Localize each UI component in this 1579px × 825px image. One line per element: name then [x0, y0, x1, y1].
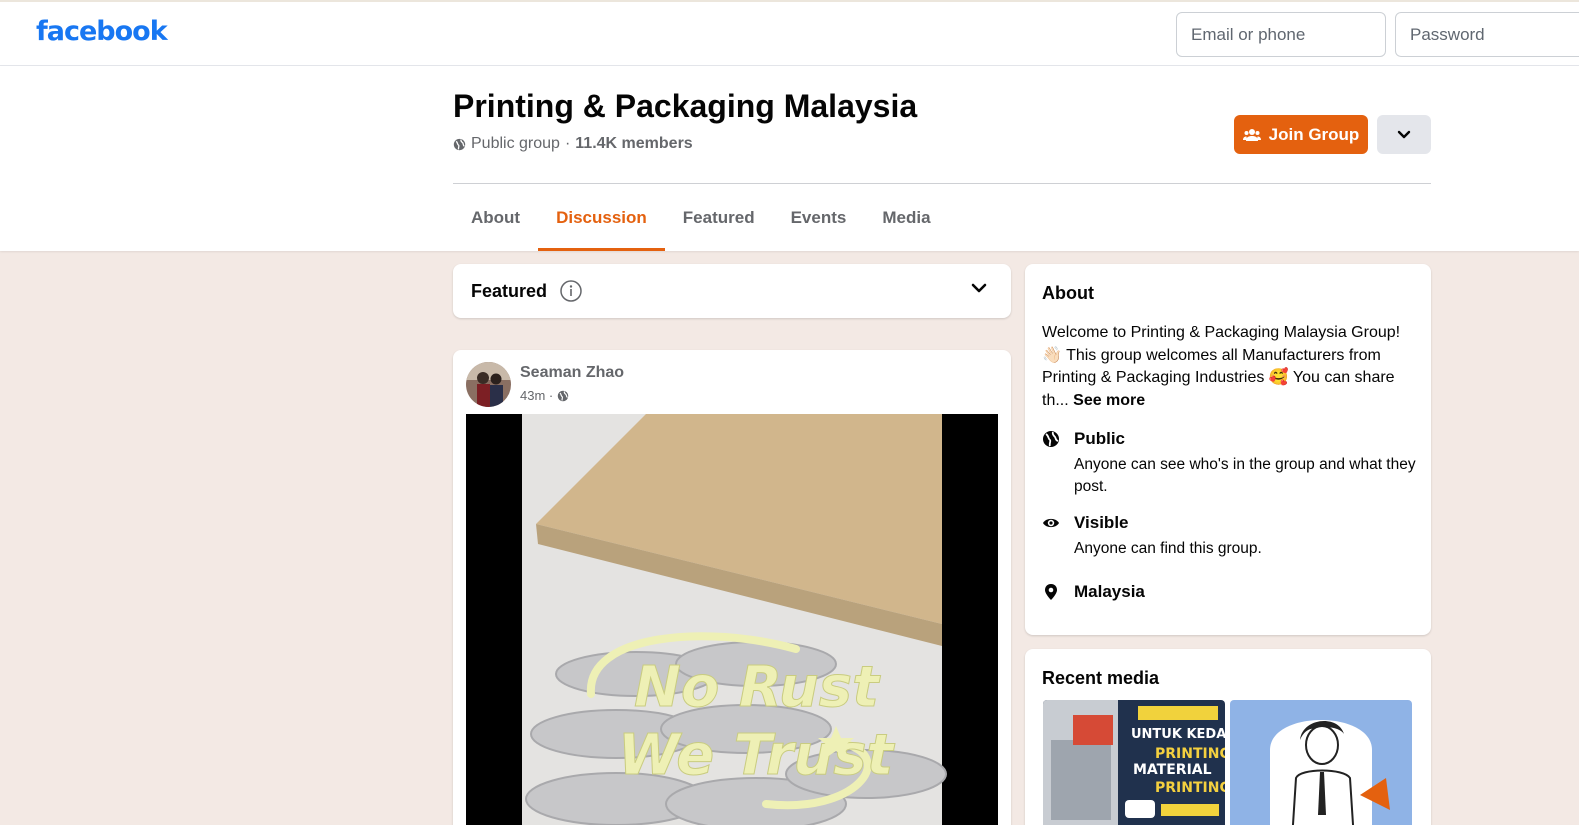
- tab-media[interactable]: Media: [864, 184, 948, 251]
- about-card: About Welcome to Printing & Packaging Ma…: [1025, 264, 1431, 635]
- thumb-text-1: UNTUK KEDAI: [1131, 727, 1225, 742]
- avatar[interactable]: [466, 362, 511, 407]
- chevron-down-icon[interactable]: [969, 282, 989, 296]
- about-title: About: [1042, 283, 1094, 303]
- visible-description: Anyone can find this group.: [1074, 540, 1262, 557]
- location-text[interactable]: Malaysia: [1074, 582, 1145, 602]
- post-card: Seaman Zhao 43m · No Rust We Trust: [453, 350, 1011, 825]
- join-group-button[interactable]: Join Group: [1234, 115, 1368, 154]
- thumb-text-4: PRINTING: [1155, 780, 1225, 796]
- image-text-line1: No Rust: [634, 655, 881, 720]
- globe-icon: [557, 390, 569, 401]
- member-count[interactable]: 11.4K members: [575, 135, 692, 153]
- featured-section[interactable]: Featured: [453, 264, 1011, 318]
- thumb-text-2: PRINTING: [1155, 746, 1225, 762]
- tab-featured[interactable]: Featured: [665, 184, 773, 251]
- chevron-down-icon: [1397, 130, 1411, 138]
- email-input[interactable]: [1176, 12, 1386, 57]
- people-icon: [1242, 128, 1261, 141]
- group-title[interactable]: Printing & Packaging Malaysia: [453, 88, 917, 125]
- privacy-public: Public Anyone can see who's in the group…: [1042, 429, 1422, 499]
- location-pin-icon: [1045, 584, 1057, 600]
- about-description: Welcome to Printing & Packaging Malaysia…: [1042, 322, 1414, 412]
- globe-icon: [453, 138, 466, 150]
- thumb-text-3: MATERIAL: [1133, 762, 1212, 778]
- public-description: Anyone can see who's in the group and wh…: [1074, 456, 1416, 495]
- group-header: Printing & Packaging Malaysia Public gro…: [0, 66, 1579, 251]
- image-text-line2: We Trust: [618, 723, 896, 788]
- visible-title: Visible: [1074, 513, 1129, 532]
- join-group-label: Join Group: [1268, 124, 1360, 144]
- facebook-logo[interactable]: facebook: [36, 16, 168, 47]
- post-image: No Rust We Trust: [522, 414, 947, 825]
- group-location: Malaysia: [1042, 582, 1422, 606]
- eye-icon: [1043, 518, 1059, 528]
- media-thumbnail[interactable]: [1230, 700, 1412, 825]
- globe-icon: [1043, 431, 1059, 447]
- tab-discussion[interactable]: Discussion: [538, 184, 665, 251]
- post-author[interactable]: Seaman Zhao: [520, 364, 624, 382]
- public-title: Public: [1074, 429, 1126, 448]
- recent-media-card: Recent media UNTUK KEDAI PRINTING MATERI…: [1025, 649, 1431, 825]
- top-navbar: facebook: [0, 0, 1579, 66]
- more-options-button[interactable]: [1377, 115, 1431, 154]
- tab-events[interactable]: Events: [773, 184, 865, 251]
- tab-about[interactable]: About: [453, 184, 538, 251]
- group-privacy: Public group: [471, 135, 560, 152]
- post-video[interactable]: No Rust We Trust: [466, 414, 998, 825]
- group-tabs: About Discussion Featured Events Media: [453, 184, 949, 251]
- meta-separator: ·: [564, 135, 571, 152]
- info-icon[interactable]: [560, 280, 582, 302]
- recent-media-title: Recent media: [1042, 668, 1160, 688]
- featured-title: Featured: [471, 281, 548, 301]
- visibility-visible: Visible Anyone can find this group.: [1042, 513, 1422, 563]
- password-input[interactable]: [1395, 12, 1579, 57]
- see-more-link[interactable]: See more: [1073, 392, 1145, 409]
- post-time-text[interactable]: 43m ·: [520, 388, 553, 403]
- media-thumbnail[interactable]: UNTUK KEDAI PRINTING MATERIAL PRINTING: [1043, 700, 1225, 825]
- group-meta: Public group · 11.4K members: [453, 135, 693, 153]
- post-timestamp: 43m ·: [520, 388, 569, 403]
